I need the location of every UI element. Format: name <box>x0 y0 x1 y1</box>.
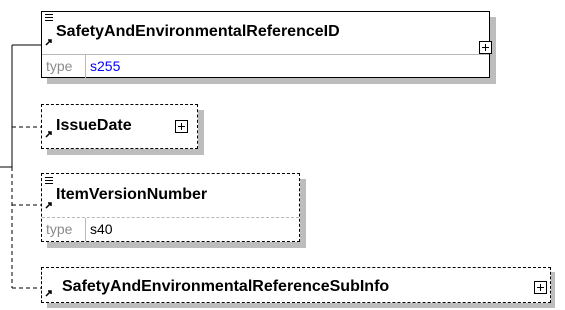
reference-arrow-icon <box>45 39 52 46</box>
type-divider <box>85 55 86 78</box>
type-row: type s255 <box>42 54 489 78</box>
element-safety-reference-id[interactable]: SafetyAndEnvironmentalReferenceID type s… <box>41 11 492 78</box>
element-name: ItemVersionNumber <box>56 186 208 203</box>
element-safety-reference-subinfo[interactable]: SafetyAndEnvironmentalReferenceSubInfo <box>41 267 551 303</box>
type-divider <box>85 218 86 241</box>
type-label: type <box>46 221 73 237</box>
expand-plus-icon[interactable] <box>479 41 492 54</box>
element-name: SafetyAndEnvironmentalReferenceID <box>56 23 340 40</box>
type-value: s40 <box>90 221 113 237</box>
element-name: IssueDate <box>56 117 132 134</box>
element-item-version-number[interactable]: ItemVersionNumber type s40 <box>41 173 300 242</box>
expand-plus-icon[interactable] <box>175 120 188 133</box>
element-issue-date[interactable]: IssueDate <box>41 104 198 149</box>
reference-arrow-icon <box>45 202 52 209</box>
type-value: s255 <box>90 58 121 74</box>
type-label: type <box>46 58 73 74</box>
expand-plus-icon[interactable] <box>534 281 547 294</box>
documentation-lines-icon <box>45 14 53 21</box>
element-name: SafetyAndEnvironmentalReferenceSubInfo <box>62 278 390 295</box>
reference-arrow-icon <box>45 131 52 138</box>
reference-arrow-icon <box>45 290 52 297</box>
type-row: type s40 <box>42 217 299 241</box>
documentation-lines-icon <box>45 177 53 184</box>
